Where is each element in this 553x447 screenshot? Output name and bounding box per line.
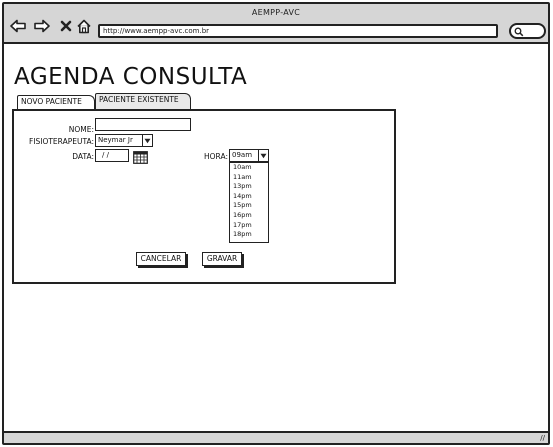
address-bar[interactable]: http://www.aempp-avc.com.br xyxy=(98,24,498,38)
browser-window: AEMPP-AVC http://www.aempp-avc.com.br AG… xyxy=(2,2,550,445)
hora-label: HORA: xyxy=(204,152,228,161)
fisioterapeuta-label: FISIOTERAPEUTA: xyxy=(28,137,94,146)
chevron-down-icon[interactable] xyxy=(258,150,268,161)
data-value: / / xyxy=(102,151,109,159)
data-input[interactable]: / / xyxy=(95,149,129,162)
page-title: AGENDA CONSULTA xyxy=(14,64,248,90)
hora-option[interactable]: 11am xyxy=(230,173,268,183)
calendar-icon[interactable] xyxy=(133,149,148,168)
status-bar: // xyxy=(4,431,548,443)
page-content: AGENDA CONSULTA NOVO PACIENTE PACIENTE E… xyxy=(4,44,548,433)
nome-input[interactable] xyxy=(95,118,191,131)
data-label: DATA: xyxy=(72,152,94,161)
fisioterapeuta-select[interactable]: Neymar Jr xyxy=(95,134,153,147)
home-icon[interactable] xyxy=(75,18,92,34)
hora-option[interactable]: 13pm xyxy=(230,182,268,192)
tab-novo-paciente[interactable]: NOVO PACIENTE xyxy=(17,95,95,109)
fisioterapeuta-value: Neymar Jr xyxy=(98,136,133,144)
window-title: AEMPP-AVC xyxy=(251,8,301,17)
back-arrow-icon[interactable] xyxy=(10,18,27,34)
chevron-down-icon[interactable] xyxy=(142,135,152,146)
hora-value: 09am xyxy=(232,151,253,159)
hora-option[interactable]: 10am xyxy=(230,163,268,173)
hora-select[interactable]: 09am xyxy=(229,149,269,162)
search-icon xyxy=(514,27,524,37)
hora-option[interactable]: 18pm xyxy=(230,230,268,240)
browser-toolbar: AEMPP-AVC http://www.aempp-avc.com.br xyxy=(4,4,548,44)
close-icon[interactable] xyxy=(57,18,74,34)
resize-grip-icon[interactable]: // xyxy=(540,434,545,442)
search-field[interactable] xyxy=(509,23,546,39)
save-button[interactable]: GRAVAR xyxy=(202,252,242,266)
hora-option[interactable]: 17pm xyxy=(230,221,268,231)
hora-option[interactable]: 15pm xyxy=(230,201,268,211)
tab-paciente-existente[interactable]: PACIENTE EXISTENTE xyxy=(95,93,191,109)
hora-options-list: 10am 11am 13pm 14pm 15pm 16pm 17pm 18pm xyxy=(229,162,269,243)
hora-option[interactable]: 16pm xyxy=(230,211,268,221)
forward-arrow-icon[interactable] xyxy=(33,18,50,34)
hora-option[interactable]: 14pm xyxy=(230,192,268,202)
form-panel: NOME: FISIOTERAPEUTA: Neymar Jr DATA: / … xyxy=(12,109,396,284)
cancel-button[interactable]: CANCELAR xyxy=(136,252,186,266)
nome-label: NOME: xyxy=(68,125,94,134)
